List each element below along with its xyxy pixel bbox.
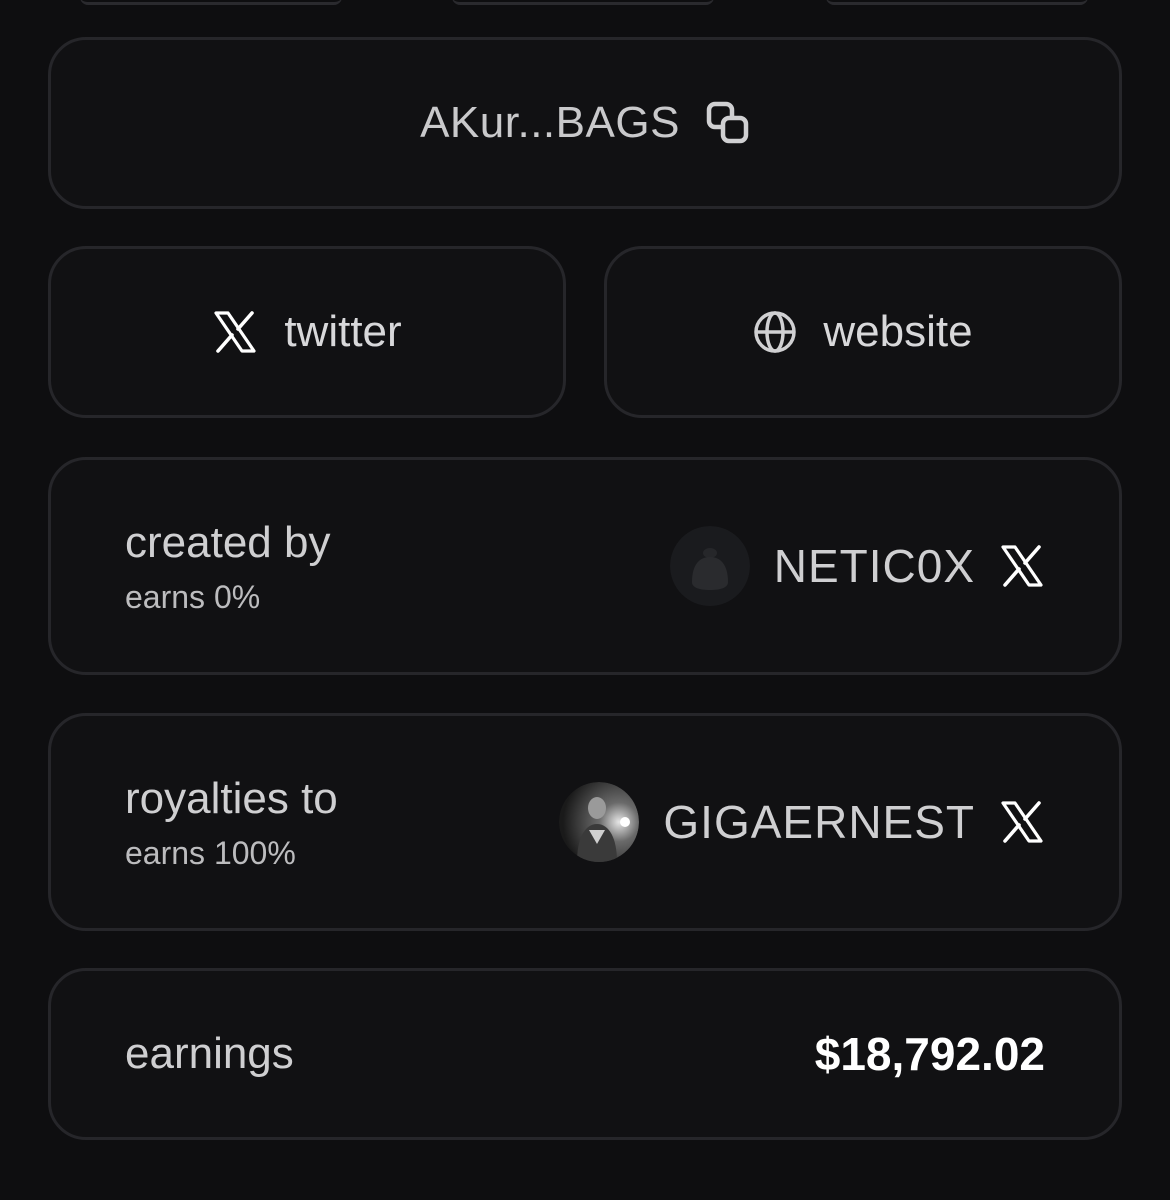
creator-username[interactable]: NETIC0X [774,539,975,593]
royalties-profile[interactable]: GIGAERNEST [559,716,1045,928]
created-by-label: created by [125,518,331,567]
copy-address-button[interactable]: AKur...BAGS [48,37,1122,209]
website-label: website [823,307,973,356]
partial-card-top-middle [452,0,714,5]
royalties-card: royalties to earns 100% GIGAERNEST [48,713,1122,931]
partial-card-top-right [826,0,1088,5]
creator-profile[interactable]: NETIC0X [669,460,1045,672]
creator-earns: earns 0% [125,578,261,615]
token-info-panel: AKur...BAGS twitter website created by e… [0,0,1170,1200]
copy-icon[interactable] [706,101,750,145]
twitter-link-button[interactable]: twitter [48,246,566,418]
royalties-earns: earns 100% [125,834,296,871]
website-link-button[interactable]: website [604,246,1122,418]
royalties-info: royalties to earns 100% [125,774,338,872]
twitter-label: twitter [284,307,402,356]
partial-card-top-left [80,0,342,5]
earnings-card: earnings $18,792.02 [48,968,1122,1140]
royalty-avatar[interactable] [559,782,640,862]
earnings-label: earnings [125,1029,294,1078]
creator-avatar[interactable] [669,526,750,606]
x-logo-icon[interactable] [999,543,1045,589]
royalties-to-label: royalties to [125,774,338,823]
creator-info: created by earns 0% [125,518,330,616]
x-logo-icon [212,309,258,355]
globe-icon [753,310,797,354]
earnings-value: $18,792.02 [814,1028,1045,1080]
contract-address: AKur...BAGS [420,98,680,147]
x-logo-icon[interactable] [999,799,1045,845]
creator-card: created by earns 0% NETIC0X [48,457,1122,675]
royalty-username[interactable]: GIGAERNEST [663,795,975,849]
